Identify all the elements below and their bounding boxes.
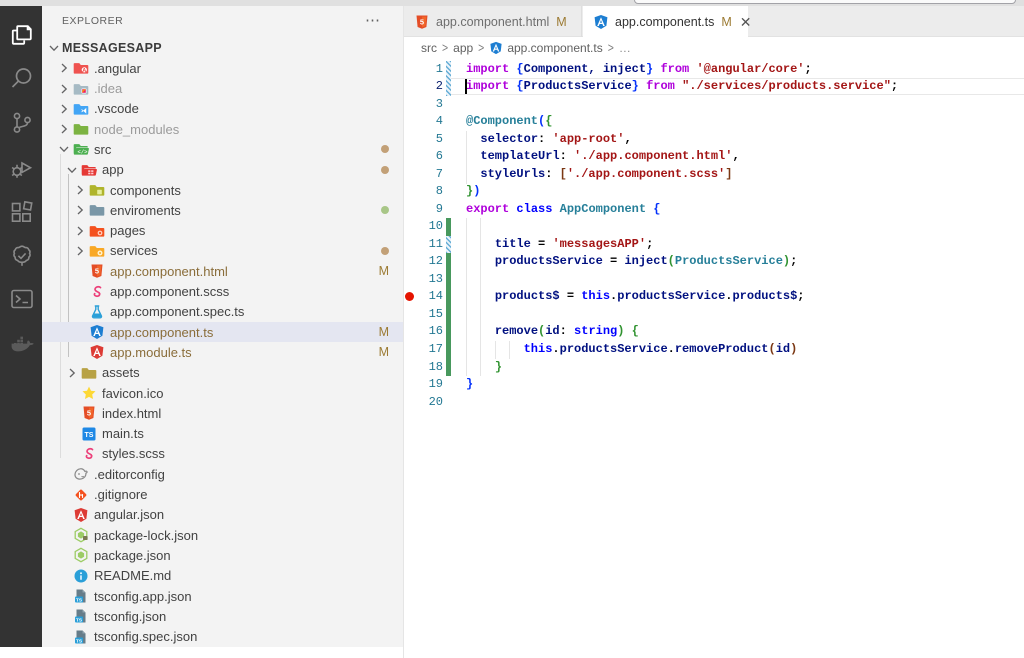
svg-text:A: A (82, 68, 86, 74)
svg-text:</>: </> (78, 149, 89, 156)
svg-text:TS: TS (76, 597, 83, 603)
svg-text:5: 5 (95, 267, 99, 276)
svg-text:5: 5 (87, 409, 91, 418)
svg-text:TS: TS (85, 432, 94, 439)
svg-text:TS: TS (76, 618, 83, 624)
svg-text:TS: TS (76, 638, 83, 644)
svg-text:5: 5 (420, 17, 424, 26)
